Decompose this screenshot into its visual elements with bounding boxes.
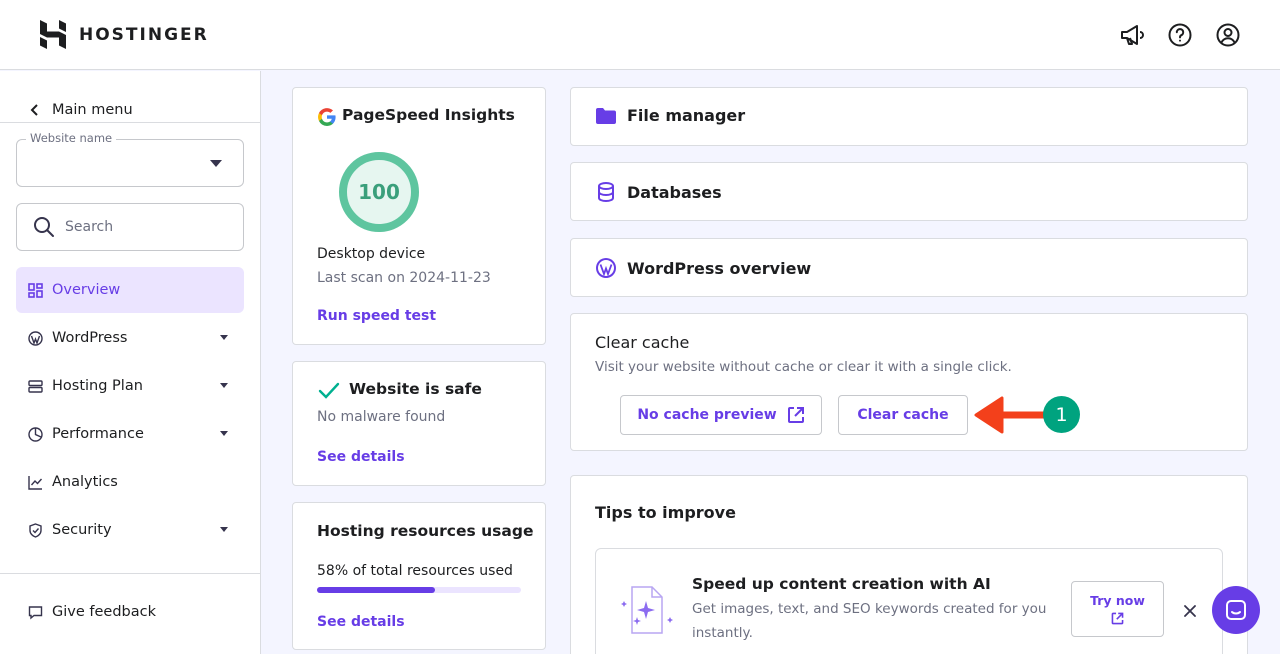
chevron-down-icon [220,335,228,340]
brand-name: HOSTINGER [79,24,209,45]
wordpress-overview-label: WordPress overview [627,258,812,278]
tips-title: Tips to improve [595,503,736,522]
tip-description-line1: Get images, text, and SEO keywords creat… [692,601,1047,617]
sidebar-item-performance[interactable]: Performance [16,411,244,457]
resources-progress-bar [317,587,521,593]
checkmark-icon [318,382,340,399]
pagespeed-card: PageSpeed Insights 100 Desktop device La… [292,87,546,345]
sidebar-item-label: Overview [52,282,121,298]
file-manager-label: File manager [627,106,746,125]
wordpress-icon [596,258,616,278]
search-placeholder: Search [65,219,114,235]
pagespeed-score: 100 [339,152,419,232]
sidebar-item-analytics[interactable]: Analytics [16,459,244,505]
ai-tip-item: Speed up content creation with AI Get im… [595,548,1223,654]
try-now-label: Try now [1090,593,1145,608]
google-icon [318,108,336,126]
databases-label: Databases [627,182,722,202]
top-bar: HOSTINGER [0,0,1280,70]
file-manager-row: File manager [595,106,745,125]
database-icon [598,182,614,203]
sidebar-item-wordpress[interactable]: WordPress [16,315,244,361]
chevron-down-icon [220,431,228,436]
wordpress-overview-row: WordPress overview [595,257,811,279]
resources-usage-text: 58% of total resources used [317,563,513,579]
account-icon[interactable] [1215,22,1241,48]
sidebar-item-hosting-plan[interactable]: Hosting Plan [16,363,244,409]
tip-description-line2: instantly. [692,625,753,641]
website-safety-title: Website is safe [349,380,482,398]
resources-progress-fill [317,587,436,593]
website-name-label: Website name [26,131,117,145]
hostinger-logo-icon [40,20,66,49]
sidebar: Main menu Website name Search Overview W… [0,71,261,654]
external-link-icon [1111,612,1124,625]
shield-icon [29,522,42,538]
sidebar-item-label: Hosting Plan [52,378,143,394]
clear-cache-button-label: Clear cache [857,407,949,423]
tips-card: Tips to improve Speed up content creatio… [570,475,1248,654]
sidebar-item-label: Performance [52,426,144,442]
pagespeed-last-scan: Last scan on 2024-11-23 [317,270,491,286]
pagespeed-title: PageSpeed Insights [342,106,515,124]
chat-support-button[interactable] [1212,586,1260,634]
sidebar-item-label: WordPress [52,330,128,346]
ai-document-icon [621,586,673,634]
give-feedback-link[interactable]: Give feedback [28,604,156,620]
divider [0,573,260,574]
file-manager-link[interactable]: File manager [570,87,1248,146]
try-now-button[interactable]: Try now [1071,581,1164,637]
help-icon[interactable] [1167,22,1193,48]
chevron-down-icon [220,527,228,532]
no-cache-preview-button[interactable]: No cache preview [620,395,822,435]
annotation-badge: 1 [1043,396,1080,433]
close-icon[interactable] [1184,605,1196,617]
main-menu-label: Main menu [52,102,133,118]
website-safety-subtitle: No malware found [317,409,446,425]
resources-see-details-link[interactable]: See details [317,614,405,630]
external-link-icon [787,407,804,423]
clear-cache-description: Visit your website without cache or clea… [595,359,1012,375]
overview-icon [28,282,43,298]
feedback-icon [28,605,43,619]
hostinger-logo[interactable]: HOSTINGER [40,20,209,49]
clear-cache-title: Clear cache [595,333,690,352]
main-menu-link[interactable]: Main menu [30,102,133,118]
gauge-icon [28,426,43,442]
chevron-left-icon [30,104,38,116]
no-cache-preview-label: No cache preview [637,407,777,423]
pagespeed-device: Desktop device [317,246,426,262]
databases-link[interactable]: Databases [570,162,1248,221]
give-feedback-label: Give feedback [52,604,156,620]
search-input[interactable]: Search [16,203,244,251]
divider [0,122,260,123]
website-safety-card: Website is safe No malware found See det… [292,361,546,486]
megaphone-icon[interactable] [1119,22,1145,48]
clear-cache-card: Clear cache Visit your website without c… [570,313,1248,451]
sidebar-item-security[interactable]: Security [16,507,244,553]
clear-cache-button[interactable]: Clear cache [838,395,968,435]
chat-icon [1226,600,1246,620]
sidebar-item-overview[interactable]: Overview [16,267,244,313]
search-icon [34,217,54,237]
folder-icon [596,107,616,124]
chevron-down-icon [210,160,222,167]
annotation-arrow-icon [974,396,1046,434]
run-speed-test-link[interactable]: Run speed test [317,308,436,324]
sidebar-item-label: Analytics [52,474,118,490]
databases-row: Databases [595,181,722,203]
sidebar-item-label: Security [52,522,112,538]
safety-see-details-link[interactable]: See details [317,449,405,465]
chevron-down-icon [220,383,228,388]
chart-icon [28,475,43,490]
hosting-resources-card: Hosting resources usage 58% of total res… [292,502,546,650]
website-name-select[interactable]: Website name [16,131,244,187]
hosting-resources-title: Hosting resources usage [317,522,534,540]
tip-title: Speed up content creation with AI [692,575,991,593]
server-icon [28,379,43,393]
wordpress-overview-link[interactable]: WordPress overview [570,238,1248,297]
wordpress-icon [28,330,43,346]
